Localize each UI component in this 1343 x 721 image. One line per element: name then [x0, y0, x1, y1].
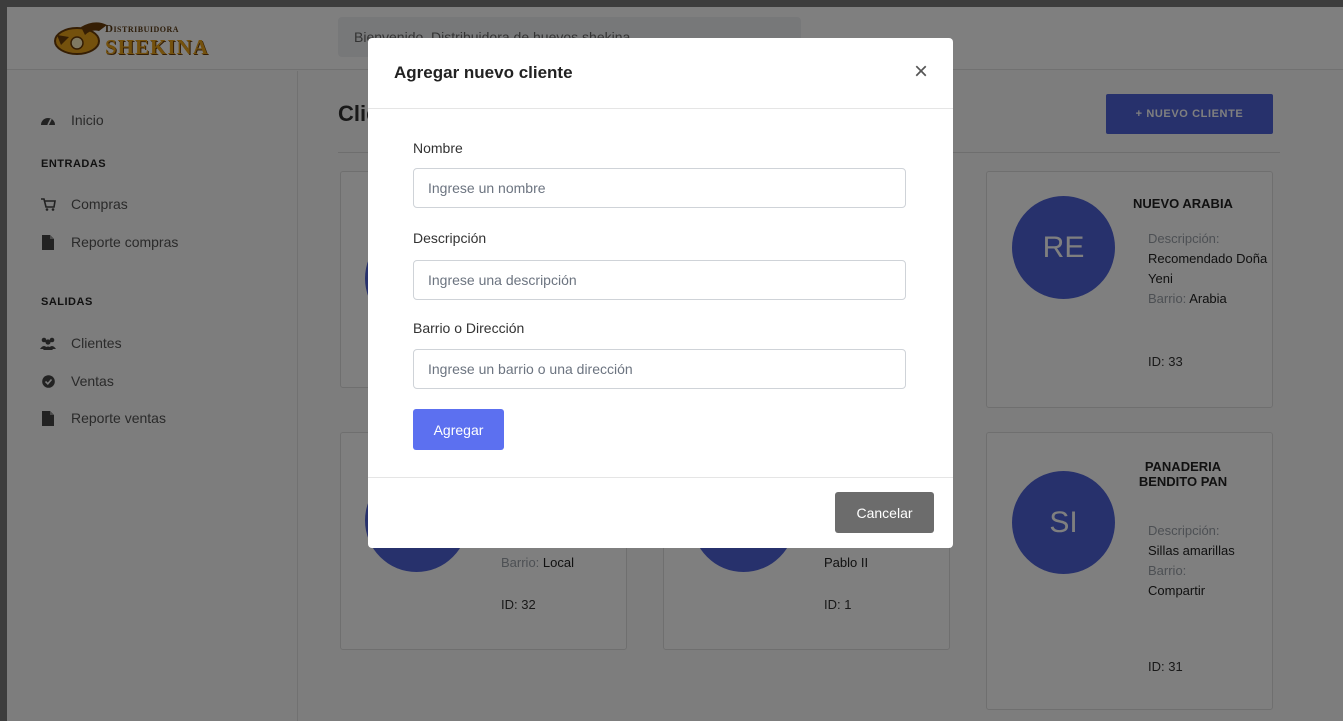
modal-header-divider [368, 108, 953, 109]
add-client-modal: Agregar nuevo cliente × Nombre Descripci… [368, 38, 953, 548]
modal-title: Agregar nuevo cliente [394, 63, 573, 82]
modal-footer-divider [368, 477, 953, 478]
nombre-label: Nombre [413, 140, 463, 156]
barrio-direccion-label: Barrio o Dirección [413, 320, 525, 336]
descripcion-label: Descripción [413, 230, 487, 246]
descripcion-input[interactable] [413, 260, 906, 300]
close-icon[interactable]: × [914, 60, 928, 84]
add-button[interactable]: Agregar [413, 409, 504, 450]
cancel-button[interactable]: Cancelar [835, 492, 934, 533]
nombre-input[interactable] [413, 168, 906, 208]
barrio-direccion-input[interactable] [413, 349, 906, 389]
